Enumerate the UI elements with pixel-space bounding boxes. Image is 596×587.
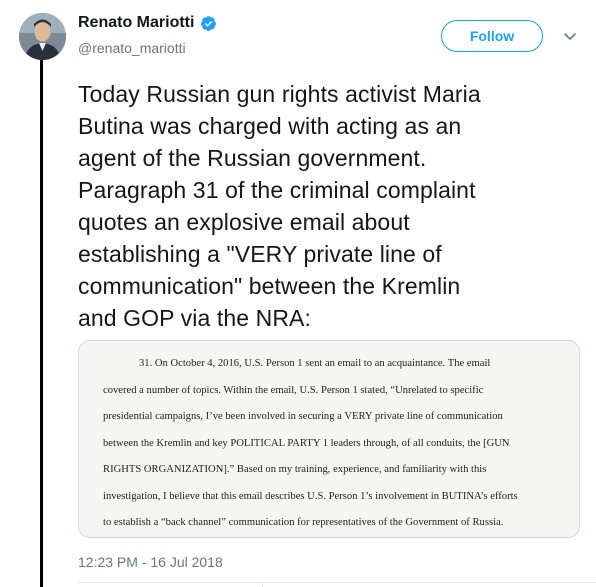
author-handle[interactable]: @renato_mariotti [78, 40, 186, 56]
avatar-image [19, 13, 66, 60]
tweet-line: Paragraph 31 of the criminal complaint [78, 177, 476, 203]
tweet-text: Today Russian gun rights activist Maria … [78, 78, 586, 334]
thread-line [40, 60, 43, 587]
document-line: RIGHTS ORGANIZATION].” Based on my train… [103, 464, 487, 475]
author-name-row: Renato Mariotti [78, 14, 217, 32]
document-paragraph: 31. On October 4, 2016, U.S. Person 1 se… [103, 351, 565, 537]
verified-badge-icon [201, 15, 217, 31]
document-line: 31. On October 4, 2016, U.S. Person 1 se… [139, 358, 491, 369]
author-display-name[interactable]: Renato Mariotti [78, 14, 194, 32]
tweet-line: and GOP via the NRA: [78, 305, 311, 331]
document-line: investigation, I believe that this email… [103, 490, 518, 502]
document-line: to establish a “back channel” communicat… [103, 517, 504, 528]
tweet-timestamp[interactable]: 12:23 PM - 16 Jul 2018 [78, 554, 223, 570]
tweet-line: establishing a "VERY private line of [78, 241, 442, 267]
tweet-line: quotes an explosive email about [78, 209, 410, 235]
divider-tick [262, 582, 263, 587]
tweet-line: Today Russian gun rights activist Maria [78, 81, 481, 107]
divider [78, 582, 596, 583]
tweet-line: agent of the Russian government. [78, 145, 427, 171]
attached-document-image[interactable]: 31. On October 4, 2016, U.S. Person 1 se… [78, 340, 580, 538]
chevron-down-icon[interactable] [563, 29, 577, 43]
follow-button[interactable]: Follow [441, 20, 543, 52]
document-line: between the Kremlin and key POLITICAL PA… [103, 437, 510, 449]
document-line: presidential campaigns, I’ve been involv… [103, 411, 503, 422]
avatar[interactable] [19, 13, 66, 60]
document-line: covered a number of topics. Within the e… [103, 384, 484, 396]
tweet-line: Butina was charged with acting as an [78, 113, 462, 139]
tweet-line: communication" between the Kremlin [78, 273, 461, 299]
